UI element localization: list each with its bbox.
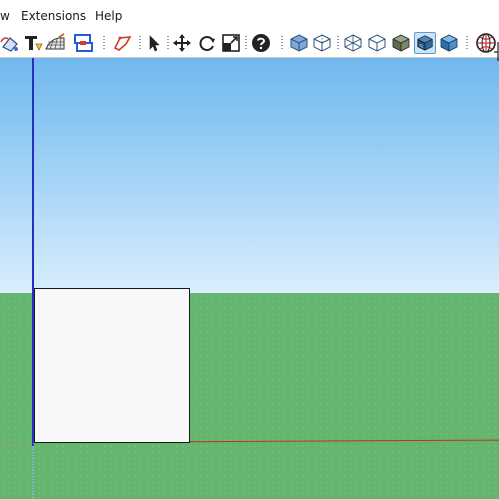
select-icon[interactable] <box>142 32 164 54</box>
text-tool-icon[interactable] <box>22 32 44 54</box>
move-icon[interactable] <box>171 32 193 54</box>
shaded-style-icon[interactable] <box>390 32 412 54</box>
scale-icon[interactable] <box>220 32 242 54</box>
help-icon[interactable] <box>250 32 272 54</box>
rectangle-face[interactable] <box>34 288 190 443</box>
polygon-icon[interactable] <box>112 32 134 54</box>
back-edges-style-icon[interactable] <box>311 32 333 54</box>
menu-view[interactable]: w <box>0 9 10 23</box>
toolbar-grip[interactable] <box>281 36 283 51</box>
toolbar-grip[interactable] <box>466 36 468 51</box>
rotate-icon[interactable] <box>196 32 218 54</box>
cursor-icon <box>494 42 499 61</box>
toolbar-grip[interactable] <box>103 36 105 51</box>
red-axis-negative <box>0 443 34 444</box>
section-plane-icon[interactable] <box>72 32 94 54</box>
menu-bar: w Extensions Help <box>0 0 499 30</box>
shaded-textures-style-icon[interactable] <box>414 32 436 54</box>
hidden-line-style-icon[interactable] <box>366 32 388 54</box>
toolbar <box>0 30 499 58</box>
blue-axis-negative <box>32 446 34 499</box>
menu-extensions[interactable]: Extensions <box>21 9 86 23</box>
toolbar-grip[interactable] <box>337 36 339 51</box>
toolbar-grip[interactable] <box>139 36 141 51</box>
menu-help[interactable]: Help <box>95 9 122 23</box>
xray-style-icon[interactable] <box>288 32 310 54</box>
model-viewport[interactable] <box>0 58 499 499</box>
toolbar-grip[interactable] <box>167 36 169 51</box>
toolbar-grip[interactable] <box>245 36 247 51</box>
monochrome-style-icon[interactable] <box>438 32 460 54</box>
sky <box>0 58 499 293</box>
sandbox-icon[interactable] <box>44 32 66 54</box>
paint-bucket-icon[interactable] <box>0 32 22 54</box>
wireframe-style-icon[interactable] <box>342 32 364 54</box>
